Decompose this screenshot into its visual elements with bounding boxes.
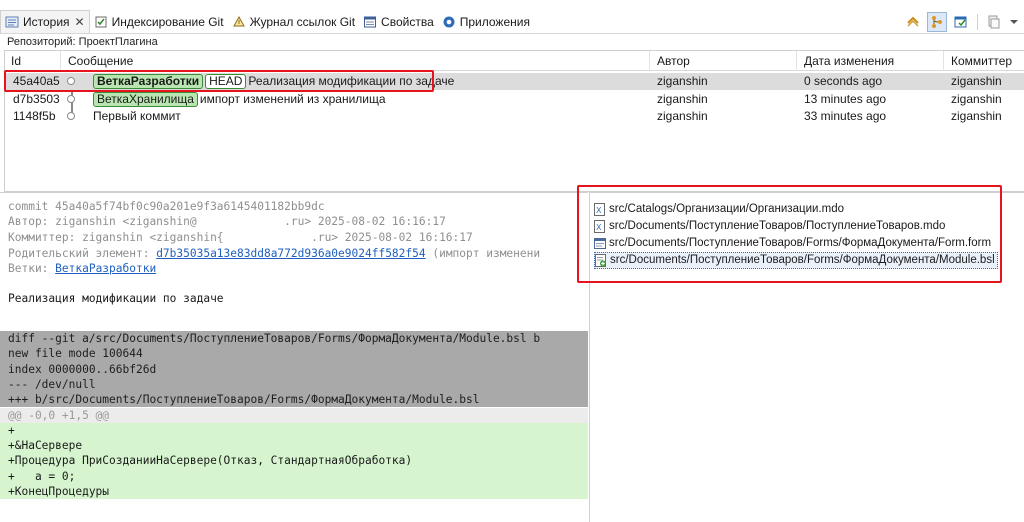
close-icon[interactable]: ✕ (75, 15, 85, 29)
file-path: src/Documents/ПоступлениеТоваров/Forms/Ф… (609, 237, 992, 249)
commit-author-line: Автор: ziganshin <ziganshin@ .ru> 2025-0… (8, 215, 446, 228)
commit-id: d7b3503 (13, 92, 60, 106)
tab-history[interactable]: История ✕ (0, 10, 90, 33)
tab-applications-label: Приложения (459, 14, 530, 29)
changed-files-pane: X src/Catalogs/Организации/Организации.m… (589, 192, 1024, 522)
list-item[interactable]: X src/Documents/ПоступлениеТоваров/Посту… (594, 218, 945, 235)
commit-id: 1148f5b (13, 109, 56, 123)
repository-label: Репозиторий: ПроектПлагина (7, 36, 158, 48)
xml-file-icon: X (594, 220, 606, 233)
view-menu-icon[interactable] (1008, 12, 1020, 32)
branches-label: Ветки: (8, 262, 56, 275)
list-item[interactable]: X src/Catalogs/Организации/Организации.m… (594, 201, 844, 218)
list-item[interactable]: src/Documents/ПоступлениеТоваров/Forms/Ф… (594, 252, 998, 269)
diff-meta-line: +++ b/src/Documents/ПоступлениеТоваров/F… (0, 392, 588, 408)
commit-details-pane: commit 45a40a5f74bf0c90a201e9f3a61454011… (0, 192, 588, 522)
diff-added-line: +КонецПроцедуры (0, 484, 588, 500)
diff-added-line: + (0, 422, 588, 439)
file-path: src/Documents/ПоступлениеТоваров/Поступл… (609, 220, 946, 232)
commit-author: ziganshin (657, 74, 708, 88)
form-file-icon (594, 237, 606, 250)
xml-file-icon: X (594, 203, 606, 216)
parent-label: Родительский элемент: (8, 247, 157, 260)
diff-meta-line: index 0000000..66bf26d (0, 361, 588, 377)
added-module-file-icon (595, 254, 607, 267)
commit-message-cell: ВеткаРазработки HEAD Реализация модификаци… (93, 73, 643, 90)
link-with-selection-icon[interactable] (903, 12, 923, 32)
toolbar-separator (977, 14, 978, 30)
tab-properties[interactable]: Свойства (359, 11, 438, 33)
svg-text:X: X (596, 223, 602, 232)
commit-date: 0 seconds ago (804, 74, 883, 88)
view-tab-bar: История ✕ Индексирование Git Журнал ссыл… (0, 10, 1024, 34)
file-path: src/Catalogs/Организации/Организации.mdo (609, 203, 844, 215)
commit-message-cell: Первый коммит (93, 108, 643, 125)
tab-git-staging-label: Индексирование Git (111, 14, 224, 29)
svg-text:X: X (596, 206, 602, 215)
view-toolbar (903, 12, 1020, 32)
branch-link[interactable]: ВеткаРазработки (55, 262, 156, 275)
table-row[interactable]: 1148f5b Первый коммит ziganshin 33 minut… (5, 108, 1024, 125)
branch-badge[interactable]: ВеткаРазработки (93, 74, 204, 89)
commit-committer: ziganshin (951, 92, 1002, 106)
table-header: Id Сообщение Автор Дата изменения авторо… (5, 51, 1024, 89)
diff-added-line: +Процедура ПриСозданииНаСервере(Отказ, С… (0, 453, 588, 469)
diff-added-line: +&НаСервере (0, 438, 588, 454)
commit-message-cell: ВеткаХранилища импорт изменений из хранил… (93, 91, 643, 108)
table-row[interactable]: 45a40a5 ВеткаРазработки HEAD Реализация мо… (5, 73, 1024, 90)
commit-message: Реализация модификации по задаче (248, 74, 455, 88)
commit-parent-line: Родительский элемент: d7b35035a13e83dd8a… (8, 246, 540, 261)
tab-applications[interactable]: Приложения (438, 11, 534, 33)
column-header-author-date[interactable]: Дата изменения автором (798, 51, 944, 89)
git-staging-icon (94, 15, 108, 29)
commit-graph-node (67, 95, 75, 103)
history-icon (5, 15, 19, 29)
column-header-id[interactable]: Id (5, 51, 61, 71)
tab-history-label: История (23, 15, 70, 29)
show-all-branches-icon[interactable] (927, 12, 947, 32)
commit-committer-line: Коммиттер: ziganshin <ziganshin{ .ru> 20… (8, 231, 473, 244)
diff-hunk-header: @@ -0,0 +1,5 @@ (0, 407, 588, 423)
tab-git-staging[interactable]: Индексирование Git (90, 11, 228, 33)
commit-author: ziganshin (657, 109, 708, 123)
properties-icon (363, 15, 377, 29)
list-item[interactable]: src/Documents/ПоступлениеТоваров/Forms/Ф… (594, 235, 991, 252)
tab-reflog-label: Журнал ссылок Git (249, 14, 356, 29)
diff-meta-line: diff --git a/src/Documents/ПоступлениеТо… (0, 331, 588, 347)
commit-committer: ziganshin (951, 109, 1002, 123)
column-header-author[interactable]: Автор (651, 51, 797, 71)
applications-icon (442, 15, 456, 29)
commit-graph-node (67, 77, 75, 85)
commit-message: Первый коммит (93, 109, 181, 123)
commit-branches-line: Ветки: ВеткаРазработки (8, 261, 156, 276)
column-header-committer[interactable]: Коммиттер (945, 51, 1024, 71)
commit-id: 45a40a5 (13, 74, 60, 88)
compare-mode-icon[interactable] (951, 12, 971, 32)
tab-reflog[interactable]: Журнал ссылок Git (228, 11, 359, 33)
head-badge: HEAD (205, 74, 247, 89)
parent-commit-link[interactable]: d7b35035a13e83dd8a772d936a0e9024ff582f54 (156, 247, 425, 260)
table-row[interactable]: d7b3503 ВеткаХранилища импорт изменений и… (5, 91, 1024, 108)
commit-hash-line: commit 45a40a5f74bf0c90a201e9f3a61454011… (8, 200, 325, 213)
commit-message: импорт изменений из хранилища (199, 92, 386, 106)
diff-meta-line: --- /dev/null (0, 376, 588, 393)
reflog-icon (232, 15, 246, 29)
filter-icon[interactable] (984, 12, 1004, 32)
commit-author: ziganshin (657, 92, 708, 106)
commit-committer: ziganshin (951, 74, 1002, 88)
commit-date: 13 minutes ago (804, 92, 887, 106)
branch-badge[interactable]: ВеткаХранилища (93, 92, 198, 107)
diff-meta-line: new file mode 100644 (0, 346, 588, 362)
column-header-message[interactable]: Сообщение (62, 51, 650, 71)
tab-properties-label: Свойства (381, 14, 434, 29)
commit-history-table: Id Сообщение Автор Дата изменения авторо… (4, 50, 1024, 192)
diff-added-line: + а = 0; (0, 468, 588, 484)
commit-date: 33 minutes ago (804, 109, 887, 123)
parent-summary: (импорт изменени (425, 247, 541, 260)
file-path: src/Documents/ПоступлениеТоваров/Forms/Ф… (610, 254, 995, 266)
commit-subject: Реализация модификации по задаче (8, 292, 224, 305)
commit-graph-node (67, 112, 75, 120)
